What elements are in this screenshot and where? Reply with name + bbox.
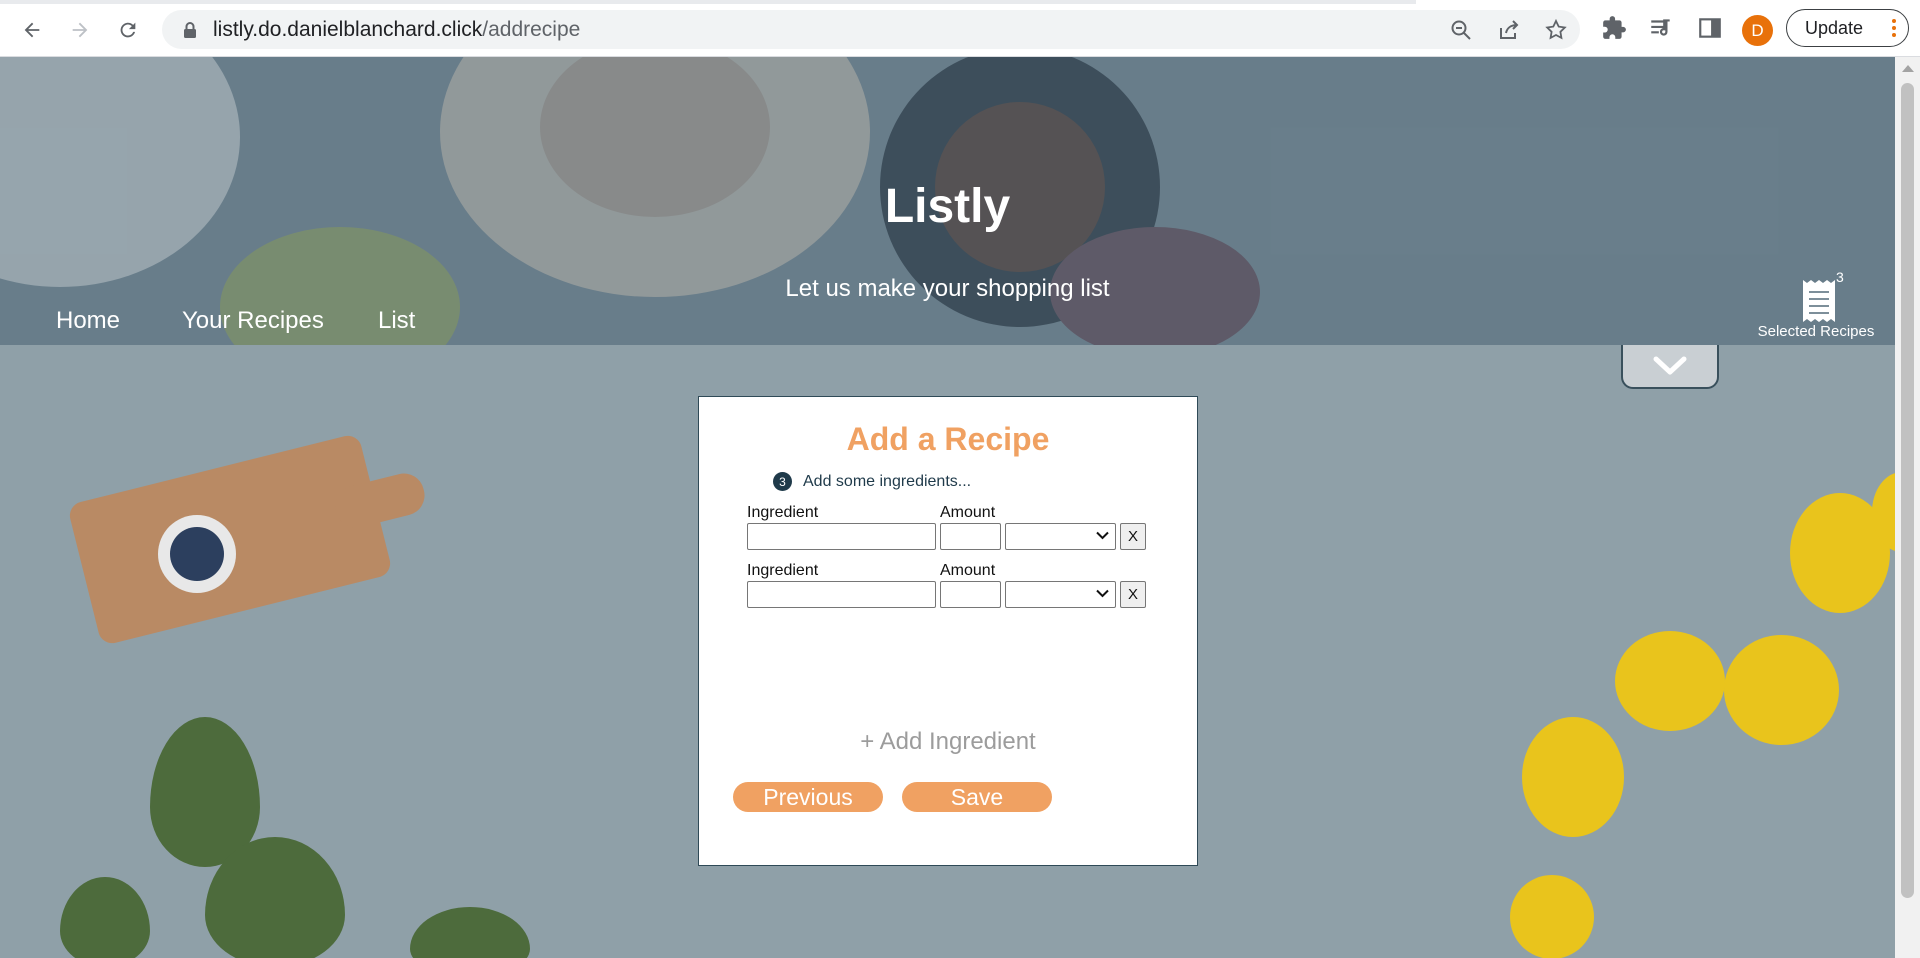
blueberry-bowl-image (158, 515, 236, 593)
reload-button[interactable] (111, 13, 145, 47)
expand-toggle-button[interactable] (1621, 345, 1719, 389)
add-ingredient-button[interactable]: + Add Ingredient (699, 728, 1197, 756)
page-viewport: Listly Let us make your shopping list Ho… (0, 57, 1895, 958)
amount-input[interactable] (940, 523, 1001, 550)
amount-label: Amount (940, 562, 996, 579)
amount-label: Amount (940, 504, 996, 521)
url-text: listly.do.danielblanchard.click/addrecip… (213, 18, 580, 42)
extensions-icon[interactable] (1601, 15, 1627, 41)
site-header: Listly Let us make your shopping list Ho… (0, 57, 1895, 345)
page-scrollbar[interactable] (1895, 57, 1920, 958)
receipt-icon (1803, 280, 1835, 322)
browser-toolbar: listly.do.danielblanchard.click/addrecip… (0, 0, 1920, 57)
save-button[interactable]: Save (902, 782, 1052, 812)
chevron-down-icon (1096, 531, 1109, 540)
side-panel-icon[interactable] (1697, 15, 1723, 41)
reload-icon (120, 22, 136, 38)
ingredient-input[interactable] (747, 581, 936, 608)
selected-recipes-button[interactable]: 3 Selected Recipes (1756, 269, 1876, 340)
lemon-image (1510, 875, 1594, 958)
amount-input[interactable] (940, 581, 1001, 608)
site-title: Listly (884, 180, 1011, 233)
lock-icon (184, 22, 196, 38)
forward-icon (72, 22, 88, 38)
unit-select[interactable] (1005, 581, 1116, 608)
scroll-up-arrow-icon[interactable] (1902, 65, 1914, 72)
lemon-image (1522, 717, 1624, 837)
selected-recipes-label: Selected Recipes (1757, 323, 1875, 340)
chevron-down-icon (1653, 356, 1687, 375)
star-icon[interactable] (1544, 18, 1568, 42)
step-text: Add some ingredients... (803, 472, 972, 490)
kale-leaf-image (60, 877, 150, 958)
nav-your-recipes[interactable]: Your Recipes (182, 307, 324, 335)
menu-dots-icon (1892, 19, 1896, 40)
selected-recipes-count: 3 (1836, 269, 1844, 285)
zoom-out-icon[interactable] (1449, 18, 1473, 42)
media-icon[interactable] (1648, 15, 1674, 41)
profile-avatar[interactable]: D (1742, 15, 1773, 46)
update-label: Update (1805, 17, 1864, 38)
address-bar[interactable]: listly.do.danielblanchard.click/addrecip… (162, 10, 1580, 49)
remove-ingredient-button[interactable]: X (1120, 523, 1146, 550)
ingredient-label: Ingredient (747, 562, 819, 579)
share-icon[interactable] (1497, 18, 1521, 42)
back-icon (24, 22, 40, 38)
nav-home[interactable]: Home (56, 307, 120, 335)
remove-ingredient-button[interactable]: X (1120, 581, 1146, 608)
lemon-image (1615, 631, 1725, 731)
unit-select[interactable] (1005, 523, 1116, 550)
ingredient-input[interactable] (747, 523, 936, 550)
step-number: 3 (773, 472, 792, 491)
kale-leaf-image (410, 907, 530, 958)
previous-button[interactable]: Previous (733, 782, 883, 812)
chevron-down-icon (1096, 589, 1109, 598)
forward-button[interactable] (63, 13, 97, 47)
lemon-image (1724, 635, 1839, 745)
site-tagline: Let us make your shopping list (785, 275, 1110, 302)
update-button[interactable]: Update (1786, 9, 1909, 47)
step-indicator: 3 Add some ingredients... (773, 472, 971, 491)
scrollbar-thumb[interactable] (1901, 83, 1914, 898)
url-host: listly.do.danielblanchard.click (213, 18, 483, 41)
url-path: /addrecipe (482, 18, 581, 41)
back-button[interactable] (15, 13, 49, 47)
form-title: Add a Recipe (846, 421, 1050, 457)
add-recipe-card: Add a Recipe 3 Add some ingredients... I… (698, 396, 1198, 866)
nav-list[interactable]: List (378, 307, 415, 335)
ingredient-label: Ingredient (747, 504, 819, 521)
tab-strip-edge (0, 0, 1416, 4)
